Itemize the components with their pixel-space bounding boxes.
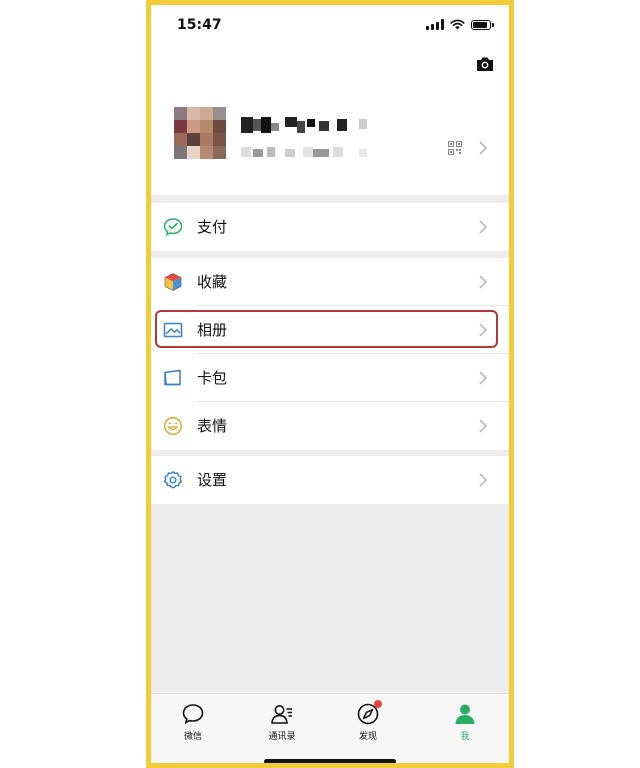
cellular-signal-icon: [426, 19, 444, 30]
pay-icon: [163, 218, 183, 237]
menu-item-settings[interactable]: 设置: [151, 456, 509, 504]
settings-gear-icon: [163, 471, 183, 489]
smiley-icon: [163, 416, 183, 436]
tab-label-chats: 微信: [183, 732, 202, 742]
menu-label-album: 相册: [197, 321, 228, 339]
status-icons: [426, 19, 494, 30]
camera-icon[interactable]: [475, 55, 495, 73]
chevron-right-icon: [479, 275, 487, 289]
avatar-pixel: [174, 133, 187, 146]
favorites-cube-icon: [164, 273, 182, 291]
avatar-pixel: [213, 107, 226, 120]
menu-label-pay: 支付: [197, 218, 228, 236]
avatar-pixel: [187, 120, 200, 133]
menu-item-cards[interactable]: 卡包: [151, 354, 509, 402]
avatar-pixel: [200, 133, 213, 146]
chevron-right-icon: [479, 323, 487, 337]
avatar-pixel: [187, 146, 200, 159]
avatar-pixel: [174, 120, 187, 133]
chevron-right-icon: [479, 473, 487, 487]
battery-icon: [471, 19, 494, 30]
wifi-icon: [450, 19, 465, 30]
chevron-right-icon: [479, 371, 487, 385]
menu-label-stickers: 表情: [197, 417, 228, 435]
home-indicator: [264, 759, 396, 763]
contacts-icon: [271, 705, 292, 724]
menu-group-main: 收藏 相册 卡包 表情: [151, 258, 509, 450]
menu-item-pay[interactable]: 支付: [151, 203, 509, 251]
tab-me[interactable]: 我: [435, 702, 495, 742]
tab-label-contacts: 通讯录: [268, 732, 296, 742]
phone-frame: 15:47 支付 收藏 相册 卡包 表情 设置 微信 通讯录 发现 我: [146, 0, 514, 768]
card-wallet-icon: [164, 369, 181, 386]
tab-contacts[interactable]: 通讯录: [252, 702, 312, 742]
status-bar: 15:47: [151, 5, 509, 49]
status-time: 15:47: [177, 17, 222, 33]
profile-header[interactable]: [151, 49, 509, 195]
album-picture-icon: [163, 322, 183, 338]
person-icon: [455, 704, 475, 724]
chevron-right-icon: [479, 220, 487, 234]
notification-badge: [374, 700, 382, 708]
chat-bubble-icon: [182, 704, 204, 724]
qr-code-icon[interactable]: [448, 141, 462, 155]
menu-group-pay: 支付: [151, 203, 509, 251]
menu-label-favorites: 收藏: [197, 273, 228, 291]
avatar-pixel: [187, 107, 200, 120]
menu-label-cards: 卡包: [197, 369, 228, 387]
menu-item-stickers[interactable]: 表情: [151, 402, 509, 450]
avatar-pixel: [174, 146, 187, 159]
menu-item-album[interactable]: 相册: [151, 306, 509, 354]
avatar-pixel: [174, 107, 187, 120]
tab-bar: 微信 通讯录 发现 我: [151, 693, 509, 763]
chevron-right-icon: [479, 419, 487, 433]
avatar-pixel: [200, 120, 213, 133]
avatar-pixel: [200, 107, 213, 120]
avatar-pixel: [187, 133, 200, 146]
avatar-pixel: [213, 120, 226, 133]
tab-label-discover: 发现: [358, 732, 377, 742]
screen: 15:47 支付 收藏 相册 卡包 表情 设置 微信 通讯录 发现 我: [151, 5, 509, 763]
profile-id-pixelated: [241, 147, 367, 157]
avatar-pixel: [200, 146, 213, 159]
avatar-pixel: [213, 133, 226, 146]
menu-item-favorites[interactable]: 收藏: [151, 258, 509, 306]
menu-label-settings: 设置: [197, 471, 228, 489]
profile-name-pixelated: [241, 117, 367, 133]
avatar[interactable]: [174, 107, 226, 159]
tab-label-me: 我: [460, 732, 470, 742]
chevron-right-icon: [479, 141, 487, 155]
tab-chats[interactable]: 微信: [163, 702, 223, 742]
avatar-pixel: [213, 146, 226, 159]
menu-group-settings: 设置: [151, 456, 509, 504]
tab-discover[interactable]: 发现: [338, 700, 398, 742]
